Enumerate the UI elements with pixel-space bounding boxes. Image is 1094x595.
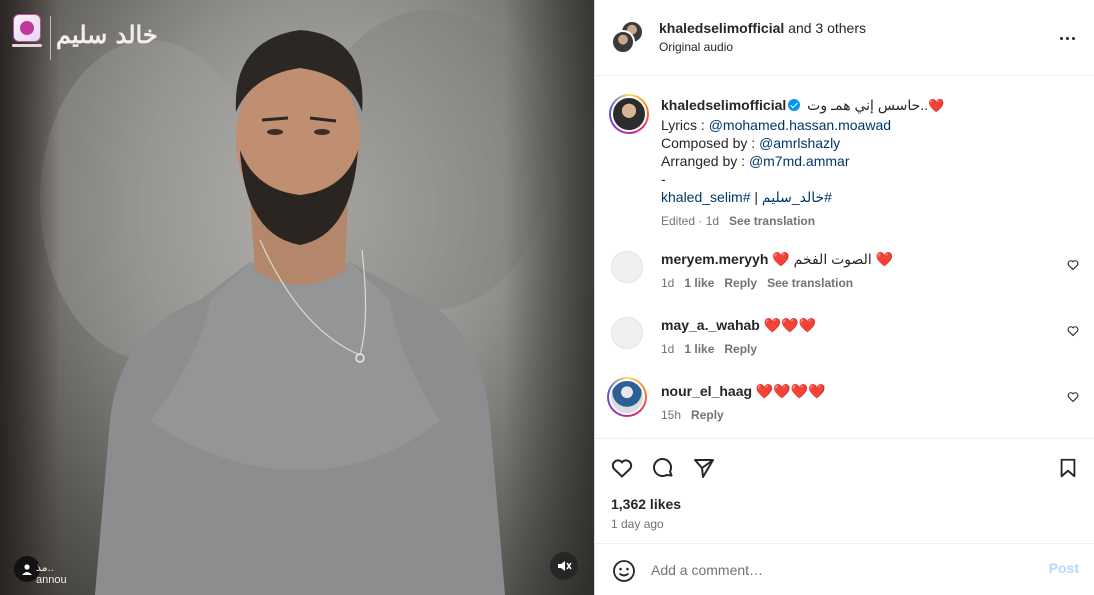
comment-meta: 1d 1 like Reply	[661, 340, 1061, 358]
avatar	[611, 30, 635, 54]
comment-likes-link[interactable]: 1 like	[684, 342, 714, 356]
caption-meta: Edited · 1d See translation	[661, 212, 1071, 230]
comment-bubble-icon[interactable]	[650, 455, 676, 481]
post-author: khaledselimofficial and 3 others	[659, 20, 866, 36]
audio-label[interactable]: Original audio	[659, 40, 733, 54]
caption-dash: -	[661, 171, 666, 187]
comment-text: ❤️❤️❤️❤️	[755, 383, 826, 399]
comment-item: may_a._wahab ❤️❤️❤️ 1d 1 like Reply	[661, 316, 1061, 358]
comment-avatar[interactable]	[611, 317, 643, 349]
mute-button[interactable]	[550, 552, 578, 580]
comment-meta: 15h Reply	[661, 406, 1061, 424]
heart-emoji: ❤️	[928, 99, 945, 114]
comment-time: 1d	[661, 342, 675, 356]
comment-username[interactable]: nour_el_haag	[661, 383, 752, 399]
comment-avatar[interactable]	[611, 251, 643, 283]
comment-meta: 1d 1 like Reply See translation	[661, 274, 1061, 292]
see-translation-link[interactable]: See translation	[767, 276, 853, 290]
comment-avatar[interactable]	[607, 377, 647, 417]
comment-like-icon[interactable]	[1066, 324, 1080, 338]
comment-text: ❤️ الصوت الفخم ❤️	[772, 251, 894, 267]
lyrics-label: Lyrics :	[661, 117, 709, 133]
likes-count[interactable]: 1,362 likes	[611, 496, 681, 512]
comment-like-icon[interactable]	[1066, 390, 1080, 404]
caption-avatar[interactable]	[609, 94, 649, 134]
post-header: khaledselimofficial and 3 others Origina…	[595, 0, 1094, 76]
caption-title: حاسس إني همـ وت..❤️	[807, 97, 945, 114]
post-media[interactable]: خالد سليم مذ.. annou	[0, 0, 594, 595]
brand-divider	[50, 16, 51, 60]
see-translation-link[interactable]: See translation	[729, 214, 815, 228]
caption-username[interactable]: khaledselimofficial	[661, 97, 786, 113]
comment-username[interactable]: meryem.meryyh	[661, 251, 768, 267]
comment-text: ❤️❤️❤️	[763, 317, 817, 333]
composer-handle-link[interactable]: @amrlshazly	[759, 135, 840, 151]
post-side-panel: khaledselimofficial and 3 others Origina…	[594, 0, 1094, 595]
comment-time: 1d	[661, 276, 675, 290]
more-options-icon[interactable]	[1055, 28, 1079, 48]
comment-username[interactable]: may_a._wahab	[661, 317, 760, 333]
composed-label: Composed by :	[661, 135, 760, 151]
post-timestamp[interactable]: 1 day ago	[611, 517, 664, 531]
smiley-icon[interactable]	[611, 558, 637, 584]
reply-button[interactable]: Reply	[724, 342, 757, 356]
tagged-user-label: مذ.. annou	[36, 562, 67, 586]
edited-time: Edited · 1d	[661, 214, 720, 228]
collab-avatars[interactable]	[611, 20, 645, 56]
comment-likes-link[interactable]: 1 like	[684, 276, 714, 290]
record-label-logo	[10, 14, 44, 64]
hashtag-separator: |	[750, 189, 762, 205]
comment-input[interactable]	[651, 558, 1031, 582]
edge-shade	[0, 0, 60, 595]
lyrics-handle-link[interactable]: @mohamed.hassan.moawad	[709, 117, 891, 133]
collab-others-link[interactable]: and 3 others	[788, 20, 866, 36]
artist-name-overlay: خالد سليم	[56, 20, 158, 49]
post-button[interactable]: Post	[1049, 560, 1079, 576]
speaker-muted-icon	[558, 561, 572, 571]
hashtag-link[interactable]: خالد_سليم#	[762, 189, 832, 205]
comment-item: nour_el_haag ❤️❤️❤️❤️ 15h Reply	[661, 382, 1061, 424]
comment-like-icon[interactable]	[1066, 258, 1080, 272]
post-actions: 1,362 likes 1 day ago	[595, 438, 1094, 542]
bookmark-icon[interactable]	[1055, 455, 1081, 481]
author-username[interactable]: khaledselimofficial	[659, 20, 784, 36]
reply-button[interactable]: Reply	[691, 408, 724, 422]
reply-button[interactable]: Reply	[724, 276, 757, 290]
hashtag-link[interactable]: khaled_selim#	[661, 189, 751, 205]
comment-composer: Post	[595, 543, 1094, 595]
comment-time: 15h	[661, 408, 682, 422]
post-caption: khaledselimofficial حاسس إني همـ وت..❤️ …	[661, 96, 1071, 230]
arranged-label: Arranged by :	[661, 153, 749, 169]
arranger-handle-link[interactable]: @m7md.ammar	[749, 153, 850, 169]
comment-item: meryem.meryyh ❤️ الصوت الفخم ❤️ 1d 1 like…	[661, 250, 1061, 292]
heart-outline-icon[interactable]	[609, 455, 635, 481]
paper-plane-icon[interactable]	[691, 455, 717, 481]
edge-shade	[504, 0, 594, 595]
verified-badge-icon	[788, 99, 801, 111]
